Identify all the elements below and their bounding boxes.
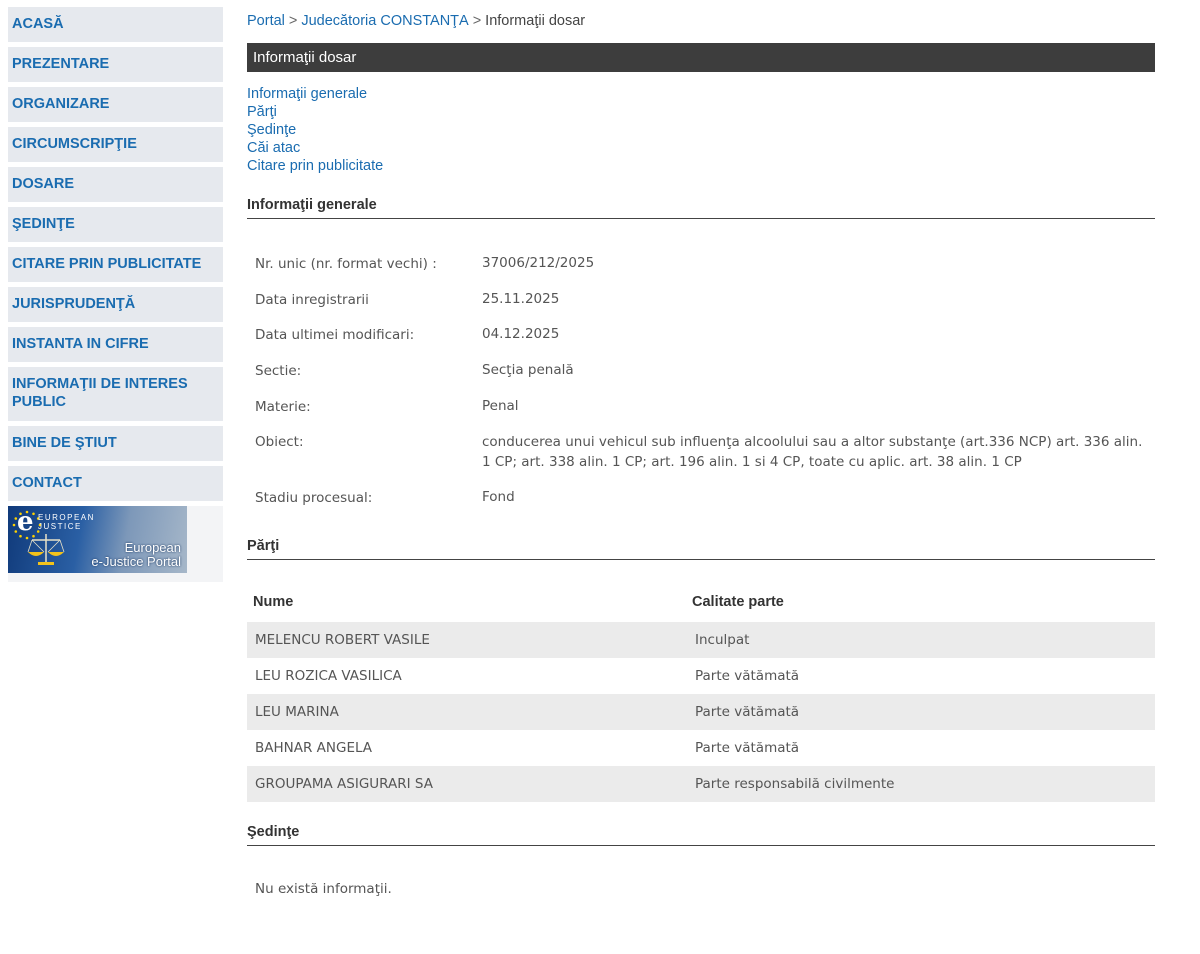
breadcrumb-separator: > (472, 13, 482, 29)
party-name: GROUPAMA ASIGURARI SA (255, 776, 433, 792)
breadcrumb-current: Informaţii dosar (485, 13, 586, 29)
table-row: BAHNAR ANGELA Parte vătămată (247, 730, 1155, 766)
table-row: GROUPAMA ASIGURARI SA Parte responsabilă… (247, 766, 1155, 802)
party-role: Inculpat (695, 632, 750, 648)
sidebar-item-organizare[interactable]: ORGANIZARE (8, 87, 223, 122)
table-row: LEU ROZICA VASILICA Parte vătămată (247, 658, 1155, 694)
sidebar-item-bine-de-stiut[interactable]: BINE DE ŞTIUT (8, 426, 223, 461)
anchor-informatii-generale[interactable]: Informaţii generale (247, 85, 383, 103)
breadcrumb-judecatoria[interactable]: Judecătoria CONSTANŢA (301, 13, 468, 29)
ejustice-title-line1: European (124, 540, 181, 555)
party-role: Parte responsabilă civilmente (695, 776, 895, 792)
info-label-data-inregistrarii: Data inregistrarii (255, 292, 369, 308)
info-label-materie: Materie: (255, 399, 311, 415)
breadcrumb-portal[interactable]: Portal (247, 13, 285, 29)
table-row: LEU MARINA Parte vătămată (247, 694, 1155, 730)
party-name: MELENCU ROBERT VASILE (255, 632, 430, 648)
sidebar-item-circumscriptie[interactable]: CIRCUMSCRIPŢIE (8, 127, 223, 162)
ejustice-banner-title: European e-Justice Portal (91, 541, 181, 569)
party-name: LEU ROZICA VASILICA (255, 668, 402, 684)
party-role: Parte vătămată (695, 704, 800, 720)
info-value-data-ultimei-modificari: 04.12.2025 (482, 326, 560, 342)
column-header-nume: Nume (253, 594, 294, 610)
anchor-cai-atac[interactable]: Căi atac (247, 139, 383, 157)
info-label-nr-unic: Nr. unic (nr. format vechi) : (255, 256, 437, 272)
info-value-stadiu-procesual: Fond (482, 489, 515, 505)
scales-of-justice-icon (27, 534, 65, 565)
european-ejustice-portal-banner[interactable]: e EUROPEAN JUSTICE European e-Justice Po… (8, 506, 223, 582)
info-value-nr-unic: 37006/212/2025 (482, 255, 595, 271)
anchor-parti[interactable]: Părţi (247, 103, 383, 121)
party-role: Parte vătămată (695, 668, 800, 684)
section-anchor-links: Informaţii generale Părţi Şedinţe Căi at… (247, 85, 383, 175)
sidebar-item-sedinte[interactable]: ŞEDINŢE (8, 207, 223, 242)
info-value-obiect: conducerea unui vehicul sub influenţa al… (482, 434, 1143, 470)
info-label-obiect: Obiect: (255, 434, 304, 450)
sidebar-item-dosare[interactable]: DOSARE (8, 167, 223, 202)
info-label-sectie: Sectie: (255, 363, 302, 379)
section-title-sedinte: Şedinţe (247, 824, 1155, 846)
sidebar-item-jurisprudenta[interactable]: JURISPRUDENŢĂ (8, 287, 223, 322)
sidebar-item-acasa[interactable]: ACASĂ (8, 7, 223, 42)
sidebar-item-instanta-in-cifre[interactable]: INSTANTA IN CIFRE (8, 327, 223, 362)
anchor-citare-prin-publicitate[interactable]: Citare prin publicitate (247, 157, 383, 175)
sidebar-item-prezentare[interactable]: PREZENTARE (8, 47, 223, 82)
sidebar-nav: ACASĂ PREZENTARE ORGANIZARE CIRCUMSCRIPŢ… (8, 7, 223, 582)
party-role: Parte vătămată (695, 740, 800, 756)
section-title-parti: Părţi (247, 538, 1155, 560)
info-value-materie: Penal (482, 398, 519, 414)
sidebar-item-informatii-interes-public[interactable]: INFORMAŢII DE INTERES PUBLIC (8, 367, 223, 421)
info-value-sectie: Secţia penală (482, 362, 574, 378)
info-label-data-ultimei-modificari: Data ultimei modificari: (255, 327, 415, 343)
ejustice-logo-text: EUROPEAN JUSTICE (38, 513, 95, 531)
breadcrumb: Portal > Judecătoria CONSTANŢA > Informaţii … (247, 13, 585, 29)
sidebar-item-citare-prin-publicitate[interactable]: CITARE PRIN PUBLICITATE (8, 247, 223, 282)
page-title: Informaţii dosar (247, 43, 1155, 72)
info-value-data-inregistrarii: 25.11.2025 (482, 291, 560, 307)
ejustice-logo-line2: JUSTICE (38, 522, 82, 531)
info-label-stadiu-procesual: Stadiu procesual: (255, 490, 373, 506)
party-name: BAHNAR ANGELA (255, 740, 373, 756)
sedinte-empty-message: Nu există informaţii. (255, 881, 392, 897)
breadcrumb-separator: > (288, 13, 298, 29)
column-header-calitate-parte: Calitate parte (692, 594, 784, 610)
party-name: LEU MARINA (255, 704, 339, 720)
sidebar-item-contact[interactable]: CONTACT (8, 466, 223, 501)
anchor-sedinte[interactable]: Şedinţe (247, 121, 383, 139)
ejustice-logo-line1: EUROPEAN (38, 513, 95, 522)
table-row: MELENCU ROBERT VASILE Inculpat (247, 622, 1155, 658)
ejustice-banner-image: e EUROPEAN JUSTICE European e-Justice Po… (8, 506, 187, 573)
ejustice-title-line2: e-Justice Portal (91, 554, 181, 569)
section-title-informatii-generale: Informaţii generale (247, 197, 1155, 219)
